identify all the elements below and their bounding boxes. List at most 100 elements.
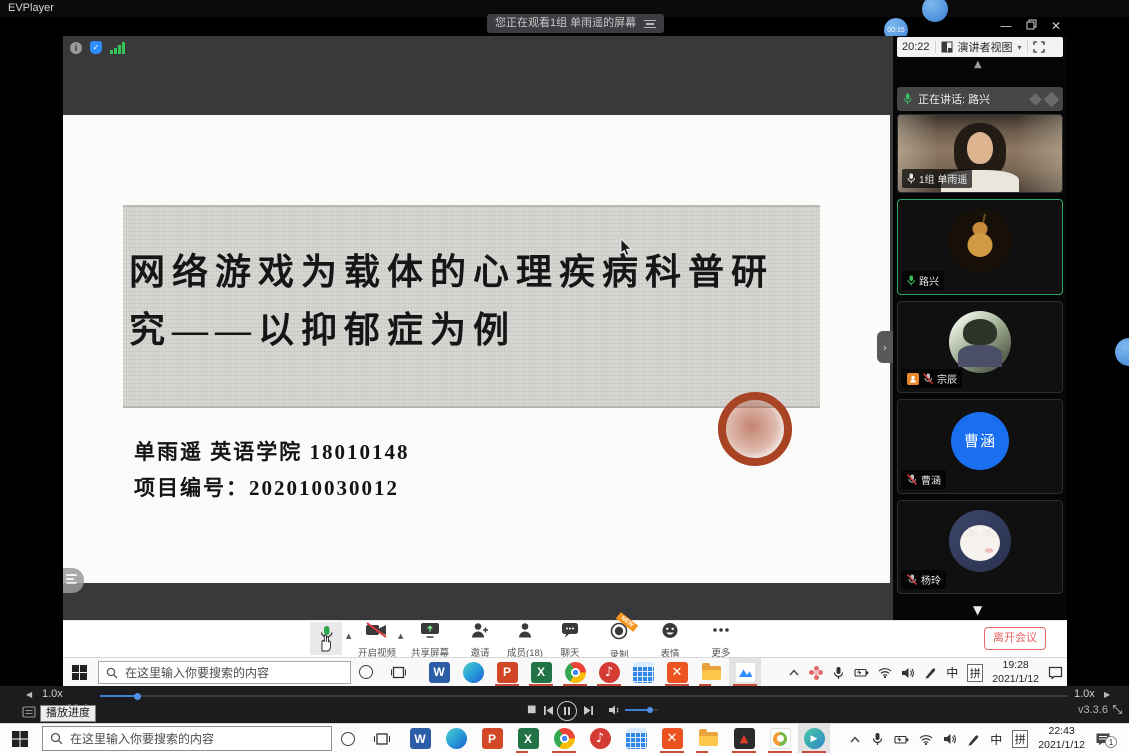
playlist-icon[interactable] <box>22 706 36 718</box>
tray-wifi-icon[interactable] <box>878 667 892 678</box>
participant-tile-yangling[interactable]: 杨玲 <box>897 500 1063 594</box>
taskbar-app-x[interactable] <box>661 658 693 686</box>
co-host-badge-icon <box>907 373 919 385</box>
taskbar-app-acrobat[interactable] <box>728 724 760 753</box>
outer-system-tray: 中 拼 22:432021/1/12 1 <box>849 724 1111 753</box>
taskbar-app-ev-player[interactable] <box>798 724 830 753</box>
participant-tile-shanyuyao[interactable]: 1组 单雨遥 <box>897 114 1063 193</box>
taskbar-app-excel[interactable] <box>512 724 544 753</box>
tray-volume-icon[interactable] <box>943 733 957 745</box>
emoji-icon <box>661 622 679 639</box>
view-mode-selector[interactable]: 演讲者视图 <box>958 39 1013 55</box>
members-button[interactable]: 成员(18) <box>502 622 548 659</box>
leave-meeting-button[interactable]: 离开会议 <box>984 627 1046 650</box>
meeting-info-icon[interactable]: i <box>70 42 82 54</box>
tray-flower-icon[interactable] <box>809 666 823 680</box>
taskbar-app-powerpoint[interactable] <box>491 658 523 686</box>
notification-center-icon[interactable]: 1 <box>1095 732 1111 746</box>
start-button-icon[interactable] <box>12 731 28 747</box>
ime-mode-indicator[interactable]: 拼 <box>967 664 983 682</box>
invite-button[interactable]: 邀请 <box>457 622 503 659</box>
start-video-button[interactable]: 开启视频 <box>354 622 400 659</box>
participant-tile-zongchen[interactable]: 宗辰 <box>897 301 1063 393</box>
taskbar-app-powerpoint[interactable] <box>476 724 508 753</box>
seek-handle[interactable] <box>134 693 141 700</box>
speed-down-icon[interactable]: ◀ <box>26 690 32 699</box>
taskbar-app-ev-capture[interactable] <box>764 724 796 753</box>
tray-mic-icon[interactable] <box>832 666 844 680</box>
taskbar-app-chrome[interactable] <box>559 658 591 686</box>
banner-menu-icon[interactable] <box>644 20 656 28</box>
taskbar-app-edge[interactable] <box>440 724 472 753</box>
view-mode-caret-icon[interactable]: ▾ <box>1018 43 1022 52</box>
tray-pen-icon[interactable] <box>924 666 937 679</box>
taskbar-app-chrome[interactable] <box>548 724 580 753</box>
outer-clock[interactable]: 22:432021/1/12 <box>1038 725 1085 752</box>
sidebar-collapse-handle[interactable]: › <box>877 331 893 363</box>
network-signal-icon[interactable] <box>110 42 126 54</box>
taskbar-app-netease-music[interactable] <box>593 658 625 686</box>
task-view-icon[interactable] <box>391 665 406 680</box>
scroll-down-icon[interactable]: ▼ <box>973 603 982 617</box>
taskbar-app-word[interactable] <box>423 658 455 686</box>
inner-clock[interactable]: 19:282021/1/12 <box>992 659 1039 686</box>
task-view-icon[interactable] <box>374 731 390 747</box>
taskbar-app-netease-music[interactable] <box>584 724 616 753</box>
inner-search-box[interactable] <box>98 661 351 684</box>
cortana-icon[interactable] <box>359 665 373 679</box>
tray-volume-icon[interactable] <box>901 667 915 679</box>
restore-button[interactable] <box>1023 19 1039 33</box>
taskbar-app-calendar[interactable] <box>627 658 659 686</box>
mic-options-caret-icon[interactable]: ▲ <box>346 632 351 640</box>
close-button[interactable]: ✕ <box>1048 19 1064 33</box>
taskbar-app-tencent-meeting[interactable] <box>729 658 761 686</box>
chat-button[interactable]: 聊天 <box>547 622 593 659</box>
inner-search-input[interactable] <box>125 666 343 680</box>
cortana-icon[interactable] <box>341 732 355 746</box>
calendar-icon <box>626 728 647 749</box>
scroll-up-icon[interactable]: ▲ <box>974 59 982 70</box>
tray-mic-icon[interactable] <box>871 732 883 746</box>
ime-mode-indicator[interactable]: 拼 <box>1012 730 1028 748</box>
ime-language-indicator[interactable]: 中 <box>946 664 958 681</box>
volume-handle[interactable] <box>647 707 653 713</box>
resize-icon[interactable] <box>1112 704 1123 715</box>
record-button[interactable]: NEW 录制 <box>596 622 642 661</box>
seek-bar[interactable] <box>100 695 1068 697</box>
minimize-button[interactable]: — <box>998 19 1014 33</box>
video-options-caret-icon[interactable]: ▲ <box>398 632 403 640</box>
tray-battery-icon[interactable] <box>853 667 869 678</box>
tray-wifi-icon[interactable] <box>919 734 933 745</box>
share-screen-button[interactable]: 共享屏幕 <box>407 622 453 659</box>
start-button-icon[interactable] <box>72 665 87 680</box>
speed-up-icon[interactable]: ▶ <box>1104 690 1110 699</box>
next-button[interactable] <box>583 705 594 716</box>
play-pause-button[interactable] <box>557 701 577 721</box>
participant-tile-luxing[interactable]: 路兴 <box>897 199 1063 295</box>
fullscreen-icon[interactable] <box>1033 41 1045 53</box>
stop-button[interactable]: ■ <box>527 704 536 715</box>
progress-tooltip: 播放进度 <box>40 705 96 722</box>
taskbar-app-word[interactable] <box>404 724 436 753</box>
screen: EVPlayer 您正在观看1组 单雨遥的屏幕 — ✕ 00:15 i ✓ 网络… <box>0 0 1129 753</box>
volume-icon[interactable] <box>608 704 621 716</box>
emoji-button[interactable]: 表情 <box>647 622 693 660</box>
previous-button[interactable] <box>543 705 554 716</box>
security-shield-icon[interactable]: ✓ <box>90 41 102 54</box>
taskbar-app-calendar[interactable] <box>620 724 652 753</box>
taskbar-app-file-explorer[interactable] <box>695 658 727 686</box>
participant-tile-caohan[interactable]: 曹涵 曹涵 <box>897 399 1063 494</box>
ime-language-indicator[interactable]: 中 <box>990 731 1002 748</box>
notification-center-icon[interactable] <box>1048 666 1063 679</box>
tray-pen-icon[interactable] <box>967 733 980 746</box>
taskbar-app-file-explorer[interactable] <box>692 724 724 753</box>
taskbar-app-edge[interactable] <box>457 658 489 686</box>
tray-expand-icon[interactable] <box>788 668 800 677</box>
taskbar-app-x[interactable] <box>656 724 688 753</box>
outer-search-box[interactable] <box>42 726 332 751</box>
tray-battery-icon[interactable] <box>893 734 909 745</box>
outer-search-input[interactable] <box>70 732 324 746</box>
taskbar-app-excel[interactable] <box>525 658 557 686</box>
more-button[interactable]: 更多 <box>698 622 744 659</box>
tray-expand-icon[interactable] <box>849 735 861 744</box>
